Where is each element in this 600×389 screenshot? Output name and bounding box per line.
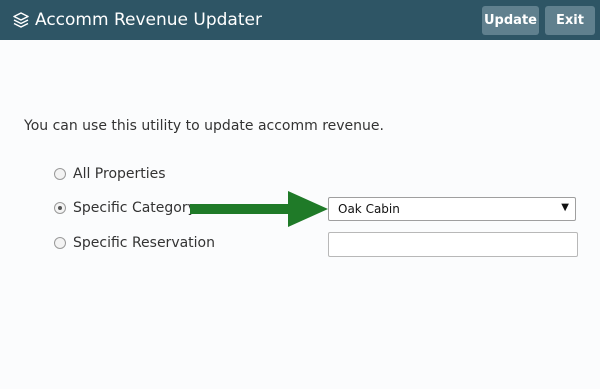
category-select[interactable]: Oak Cabin ▼ — [328, 197, 576, 221]
option-all-properties[interactable]: All Properties — [54, 166, 166, 182]
green-annotation-arrow-icon — [190, 191, 328, 227]
all-properties-radio[interactable] — [54, 168, 66, 180]
accomm-revenue-updater-page: Accomm Revenue Updater Update Exit You c… — [0, 0, 600, 389]
specific-reservation-radio[interactable] — [54, 237, 66, 249]
all-properties-label: All Properties — [73, 166, 166, 182]
update-button[interactable]: Update — [482, 6, 539, 35]
specific-reservation-label: Specific Reservation — [73, 235, 215, 251]
header-bar: Accomm Revenue Updater Update Exit — [0, 0, 600, 40]
specific-category-radio[interactable] — [54, 202, 66, 214]
exit-button[interactable]: Exit — [545, 6, 595, 35]
layers-icon — [12, 11, 30, 29]
category-select-value: Oak Cabin — [338, 202, 400, 216]
dropdown-caret-icon: ▼ — [561, 202, 569, 213]
page-title: Accomm Revenue Updater — [12, 0, 262, 40]
reservation-input[interactable] — [328, 232, 578, 257]
option-specific-category[interactable]: Specific Category — [54, 200, 196, 216]
specific-category-label: Specific Category — [73, 200, 196, 216]
page-title-text: Accomm Revenue Updater — [35, 10, 262, 30]
intro-text: You can use this utility to update accom… — [24, 118, 384, 134]
option-specific-reservation[interactable]: Specific Reservation — [54, 235, 215, 251]
